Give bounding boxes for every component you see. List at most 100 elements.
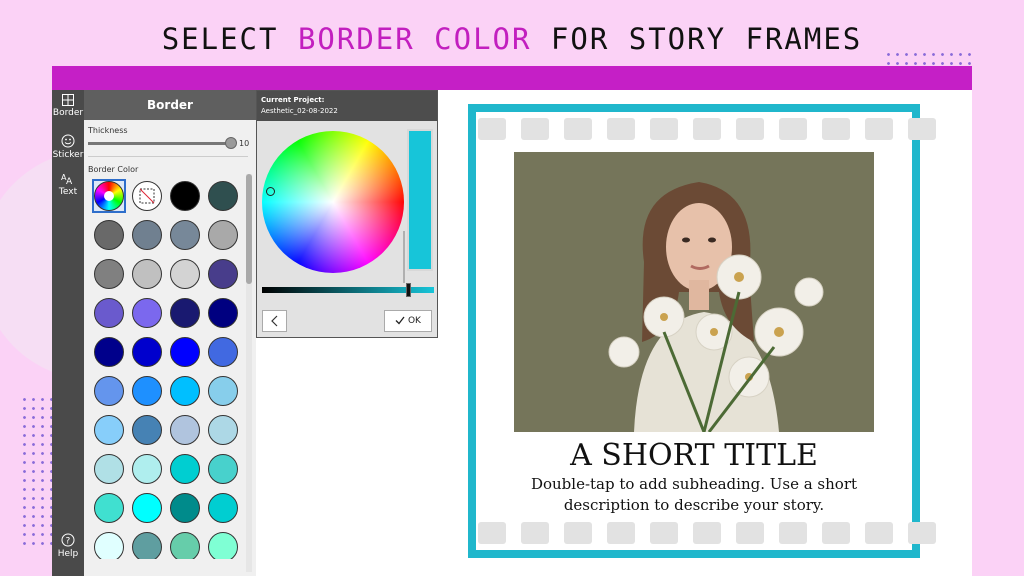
film-perforation [822, 522, 850, 544]
thickness-slider[interactable] [88, 142, 236, 145]
color-swatch[interactable] [208, 259, 238, 289]
ok-button[interactable]: OK [384, 310, 432, 332]
color-swatch[interactable] [170, 532, 200, 559]
color-swatch[interactable] [132, 298, 162, 328]
film-perforation [607, 118, 635, 140]
color-swatch[interactable] [132, 493, 162, 523]
headline-part2: FOR STORY FRAMES [531, 22, 863, 56]
color-swatch[interactable] [170, 298, 200, 328]
film-perforation [521, 522, 549, 544]
no-color-swatch[interactable] [132, 181, 162, 211]
color-swatch[interactable] [132, 259, 162, 289]
border-panel-title: Border [84, 90, 256, 120]
svg-text:?: ? [66, 537, 71, 547]
film-perforation [908, 522, 936, 544]
color-swatch[interactable] [170, 337, 200, 367]
color-swatch[interactable] [170, 415, 200, 445]
color-swatch[interactable] [170, 376, 200, 406]
top-bar [52, 66, 972, 90]
svg-text:A: A [66, 177, 73, 185]
text-tool-button[interactable]: AA Text [52, 172, 84, 197]
sticker-tool-label: Sticker [52, 150, 84, 160]
color-swatch[interactable] [132, 454, 162, 484]
color-wheel[interactable] [262, 131, 404, 273]
help-icon: ? [61, 533, 75, 547]
scrollbar-thumb[interactable] [246, 174, 252, 284]
woman-with-white-flowers-photo [514, 152, 874, 432]
color-swatch[interactable] [208, 220, 238, 250]
checkmark-icon [395, 316, 405, 325]
sticker-tool-button[interactable]: Sticker [52, 134, 84, 160]
divider [88, 156, 248, 157]
color-swatch[interactable] [94, 493, 124, 523]
color-swatch[interactable] [94, 298, 124, 328]
film-perforation [564, 522, 592, 544]
color-swatch[interactable] [208, 337, 238, 367]
color-swatch[interactable] [132, 532, 162, 559]
color-swatch[interactable] [94, 415, 124, 445]
color-swatch[interactable] [94, 454, 124, 484]
color-wheel-marker[interactable] [266, 187, 275, 196]
dot-pattern [20, 395, 52, 545]
tool-rail: Border Sticker AA Text ? Help [52, 90, 84, 576]
color-swatch[interactable] [170, 493, 200, 523]
text-aa-icon: AA [61, 173, 73, 185]
back-button[interactable] [262, 310, 287, 332]
color-swatch[interactable] [208, 298, 238, 328]
film-perforation [779, 522, 807, 544]
help-label: Help [57, 549, 79, 559]
color-swatch[interactable] [94, 337, 124, 367]
story-title[interactable]: A SHORT TITLE [476, 438, 912, 473]
panel-scrollbar[interactable] [246, 174, 252, 572]
color-swatch[interactable] [132, 220, 162, 250]
film-perforation [693, 522, 721, 544]
color-swatch[interactable] [94, 532, 124, 559]
color-swatch[interactable] [208, 181, 238, 211]
color-swatch[interactable] [170, 220, 200, 250]
border-grid-icon [62, 94, 74, 106]
no-color-icon [139, 188, 155, 204]
color-wheel-swatch[interactable] [94, 181, 124, 211]
color-swatch[interactable] [132, 376, 162, 406]
film-perforation [478, 522, 506, 544]
color-preview-fill [409, 131, 431, 269]
film-perforation [908, 118, 936, 140]
story-frame[interactable]: A SHORT TITLE Double-tap to add subheadi… [468, 104, 936, 558]
film-perforation [650, 118, 678, 140]
border-tool-button[interactable]: Border [52, 94, 84, 118]
story-subtitle[interactable]: Double-tap to add subheading. Use a shor… [526, 474, 862, 516]
story-photo[interactable] [514, 152, 874, 432]
text-tool-label: Text [58, 187, 78, 197]
color-swatch[interactable] [132, 415, 162, 445]
color-wheel-icon [104, 191, 114, 201]
color-swatch[interactable] [170, 181, 200, 211]
color-swatch[interactable] [170, 259, 200, 289]
color-swatch[interactable] [94, 376, 124, 406]
color-swatch[interactable] [208, 493, 238, 523]
film-perforation [650, 522, 678, 544]
color-preview [407, 129, 433, 271]
swatch-grid [90, 179, 248, 559]
film-perforation [779, 118, 807, 140]
film-perforation [607, 522, 635, 544]
film-perforation [822, 118, 850, 140]
color-swatch[interactable] [208, 415, 238, 445]
film-perforation [865, 522, 893, 544]
thickness-slider-thumb[interactable] [225, 137, 237, 149]
color-swatch[interactable] [132, 337, 162, 367]
film-perforation [478, 118, 506, 140]
value-slider-thumb[interactable] [406, 283, 412, 297]
color-swatch[interactable] [208, 454, 238, 484]
film-perforation [564, 118, 592, 140]
color-swatch[interactable] [208, 376, 238, 406]
border-panel: Border Thickness 10 Border Color [84, 90, 256, 576]
color-swatch[interactable] [208, 532, 238, 559]
help-button[interactable]: ? Help [52, 533, 84, 559]
color-swatch[interactable] [94, 220, 124, 250]
current-project-header: Current Project: Aesthetic_02-08-2022 [257, 91, 437, 121]
film-perforation [693, 118, 721, 140]
app-window: Border Sticker AA Text ? Help Border Thi… [52, 66, 972, 576]
smiley-icon [61, 134, 75, 148]
color-swatch[interactable] [170, 454, 200, 484]
color-swatch[interactable] [94, 259, 124, 289]
